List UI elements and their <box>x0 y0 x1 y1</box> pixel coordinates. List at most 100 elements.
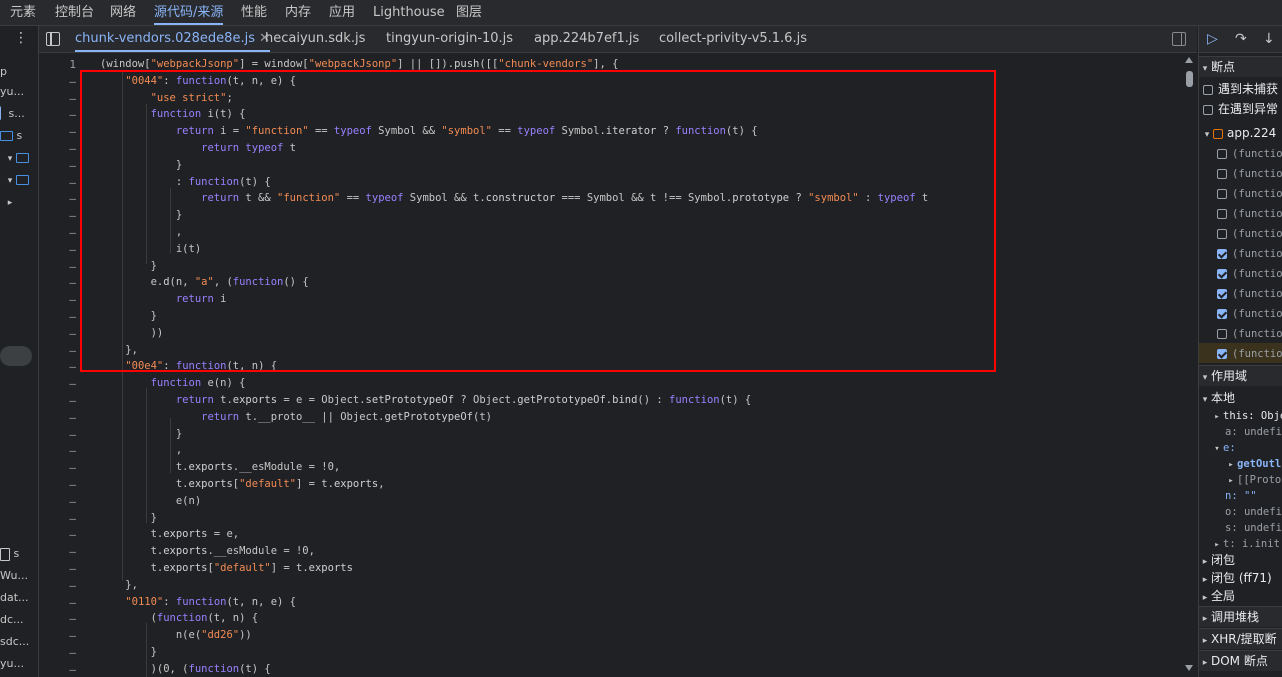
line-number[interactable]: – <box>69 610 76 627</box>
line-number[interactable]: – <box>69 157 76 174</box>
checkbox[interactable] <box>1217 268 1227 279</box>
line-number[interactable]: – <box>69 325 76 342</box>
checkbox[interactable] <box>1217 228 1227 239</box>
checkbox[interactable] <box>1217 288 1227 299</box>
checkbox[interactable] <box>1203 104 1213 115</box>
line-number[interactable]: – <box>69 342 76 359</box>
breakpoint-item[interactable]: (functio <box>1217 323 1282 343</box>
scope-closure-ff71[interactable]: ▸ 闭包 (ff71) <box>1199 568 1282 588</box>
code-line[interactable]: n(e("dd26")) <box>100 627 252 644</box>
breakpoint-item[interactable]: (functio <box>1217 303 1282 323</box>
line-number[interactable]: – <box>69 510 76 527</box>
scroll-up-arrow-icon[interactable] <box>1185 57 1193 63</box>
line-number[interactable]: – <box>69 627 76 644</box>
nav-item[interactable]: ▸ <box>4 192 16 212</box>
line-number[interactable]: – <box>69 526 76 543</box>
code-line[interactable]: )(0, (function(t) { <box>100 661 271 677</box>
code-line[interactable]: t.exports.__esModule = !0, <box>100 459 340 476</box>
line-number[interactable]: – <box>69 174 76 191</box>
line-number[interactable]: – <box>69 73 76 90</box>
line-number[interactable]: – <box>69 459 76 476</box>
nav-item[interactable]: s <box>0 126 22 146</box>
line-number[interactable]: – <box>69 190 76 207</box>
nav-item[interactable]: dc... <box>0 610 24 630</box>
line-number[interactable]: – <box>69 241 76 258</box>
checkbox[interactable] <box>1217 188 1227 199</box>
code-line[interactable]: return t.exports = e = Object.setPrototy… <box>100 392 751 409</box>
code-line[interactable]: e(n) <box>100 493 201 510</box>
pause-uncaught-option[interactable]: 遇到未捕获 <box>1203 79 1282 99</box>
line-number[interactable]: – <box>69 291 76 308</box>
nav-item[interactable]: ▏s... <box>0 104 25 124</box>
resume-icon[interactable]: ▷ <box>1207 31 1218 47</box>
checkbox[interactable] <box>1217 208 1227 219</box>
code-line[interactable]: } <box>100 644 157 661</box>
code-line[interactable]: } <box>100 510 157 527</box>
line-number[interactable]: – <box>69 543 76 560</box>
breakpoint-item[interactable]: (functio <box>1217 283 1282 303</box>
menu-sources[interactable]: 源代码/来源 <box>154 0 224 25</box>
toggle-navigator-icon[interactable] <box>46 32 60 46</box>
menu-layers[interactable]: 图层 <box>456 0 482 25</box>
line-number[interactable]: – <box>69 123 76 140</box>
checkbox[interactable] <box>1203 84 1213 95</box>
scroll-down-arrow-icon[interactable] <box>1185 665 1193 671</box>
nav-item[interactable]: dat... <box>0 588 29 608</box>
line-number[interactable]: – <box>69 426 76 443</box>
checkbox[interactable] <box>1217 168 1227 179</box>
breakpoint-item[interactable]: (functio <box>1217 163 1282 183</box>
scope-closure[interactable]: ▸ 闭包 <box>1199 550 1282 570</box>
code-line[interactable]: t.exports = e, <box>100 526 240 543</box>
pause-caught-option[interactable]: 在遇到异常 <box>1203 99 1282 119</box>
line-number[interactable]: – <box>69 106 76 123</box>
nav-item[interactable]: yu... <box>0 82 24 102</box>
menu-memory[interactable]: 内存 <box>285 0 311 25</box>
code-line[interactable]: t.exports.__esModule = !0, <box>100 543 315 560</box>
line-number[interactable]: – <box>69 560 76 577</box>
line-number[interactable]: – <box>69 358 76 375</box>
code-line[interactable]: } <box>100 426 182 443</box>
nav-scroll-thumb[interactable] <box>0 346 32 366</box>
line-number[interactable]: – <box>69 375 76 392</box>
tab-hecaiyun-sdk[interactable]: hecaiyun.sdk.js <box>265 26 365 52</box>
menu-performance[interactable]: 性能 <box>241 0 267 25</box>
toggle-debugger-icon[interactable] <box>1172 32 1186 46</box>
breakpoint-item[interactable]: (functio <box>1217 203 1282 223</box>
breakpoint-item[interactable]: (functio <box>1199 343 1282 363</box>
line-number[interactable]: – <box>69 207 76 224</box>
scope-global[interactable]: ▸ 全局 <box>1199 586 1282 606</box>
menu-console[interactable]: 控制台 <box>55 0 94 25</box>
line-number[interactable]: – <box>69 644 76 661</box>
line-number[interactable]: – <box>69 661 76 677</box>
step-into-icon[interactable]: ↓ <box>1263 31 1275 47</box>
code-line[interactable]: function e(n) { <box>100 375 246 392</box>
line-number[interactable]: – <box>69 140 76 157</box>
checkbox[interactable] <box>1217 308 1227 319</box>
code-line[interactable]: t.exports["default"] = t.exports <box>100 560 353 577</box>
line-number[interactable]: – <box>69 476 76 493</box>
step-over-icon[interactable]: ↷ <box>1235 31 1247 47</box>
code-line[interactable]: }, <box>100 577 138 594</box>
code-line[interactable]: , <box>100 442 182 459</box>
breakpoint-item[interactable]: (functio <box>1217 143 1282 163</box>
tab-chunk-vendors[interactable]: chunk-vendors.028ede8e.js ✕ <box>75 26 271 52</box>
code-line[interactable]: return t.__proto__ || Object.getPrototyp… <box>100 409 492 426</box>
dom-breakpoints-section-header[interactable]: ▸ DOM 断点 <box>1199 650 1282 671</box>
line-number[interactable]: – <box>69 442 76 459</box>
line-number[interactable]: 1 <box>69 56 76 73</box>
breakpoint-item[interactable]: (functio <box>1217 183 1282 203</box>
nav-item[interactable]: yu... <box>0 654 24 674</box>
nav-item[interactable]: ▾ <box>4 170 29 190</box>
menu-network[interactable]: 网络 <box>110 0 136 25</box>
nav-item[interactable]: sdc... <box>0 632 29 652</box>
menu-lighthouse[interactable]: Lighthouse <box>373 0 445 25</box>
line-number[interactable]: – <box>69 308 76 325</box>
code-line[interactable]: t.exports["default"] = t.exports, <box>100 476 385 493</box>
checkbox[interactable] <box>1217 348 1227 359</box>
scroll-thumb[interactable] <box>1186 71 1193 87</box>
breakpoint-item[interactable]: (functio <box>1217 263 1282 283</box>
line-number[interactable]: – <box>69 409 76 426</box>
line-number[interactable]: – <box>69 594 76 611</box>
checkbox[interactable] <box>1217 328 1227 339</box>
xhr-breakpoints-section-header[interactable]: ▸ XHR/提取断 <box>1199 628 1282 649</box>
